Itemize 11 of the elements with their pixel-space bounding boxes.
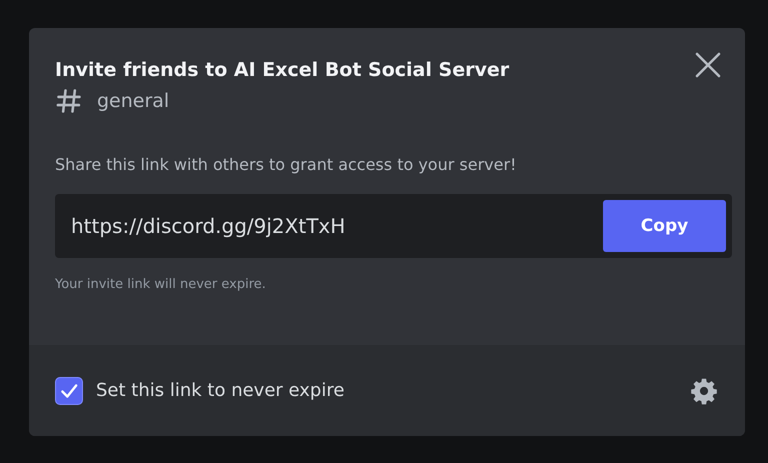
description-text: Share this link with others to grant access to your server!	[55, 155, 518, 174]
hint-text: Your invite link will never expire.	[55, 277, 267, 292]
copy-button[interactable]: Copy	[603, 200, 726, 252]
checkbox-label: Set this link to never expire	[96, 380, 344, 401]
settings-icon[interactable]	[690, 376, 718, 404]
close-icon[interactable]	[695, 52, 721, 78]
hash-icon	[55, 87, 83, 115]
invite-link-field[interactable]: https://discord.gg/9j2XtTxH Copy	[55, 194, 732, 258]
channel-name: general	[97, 90, 170, 112]
checkbox[interactable]	[55, 376, 83, 404]
dialog-title: Invite friends to AI Excel Bot Social Server	[55, 59, 510, 81]
